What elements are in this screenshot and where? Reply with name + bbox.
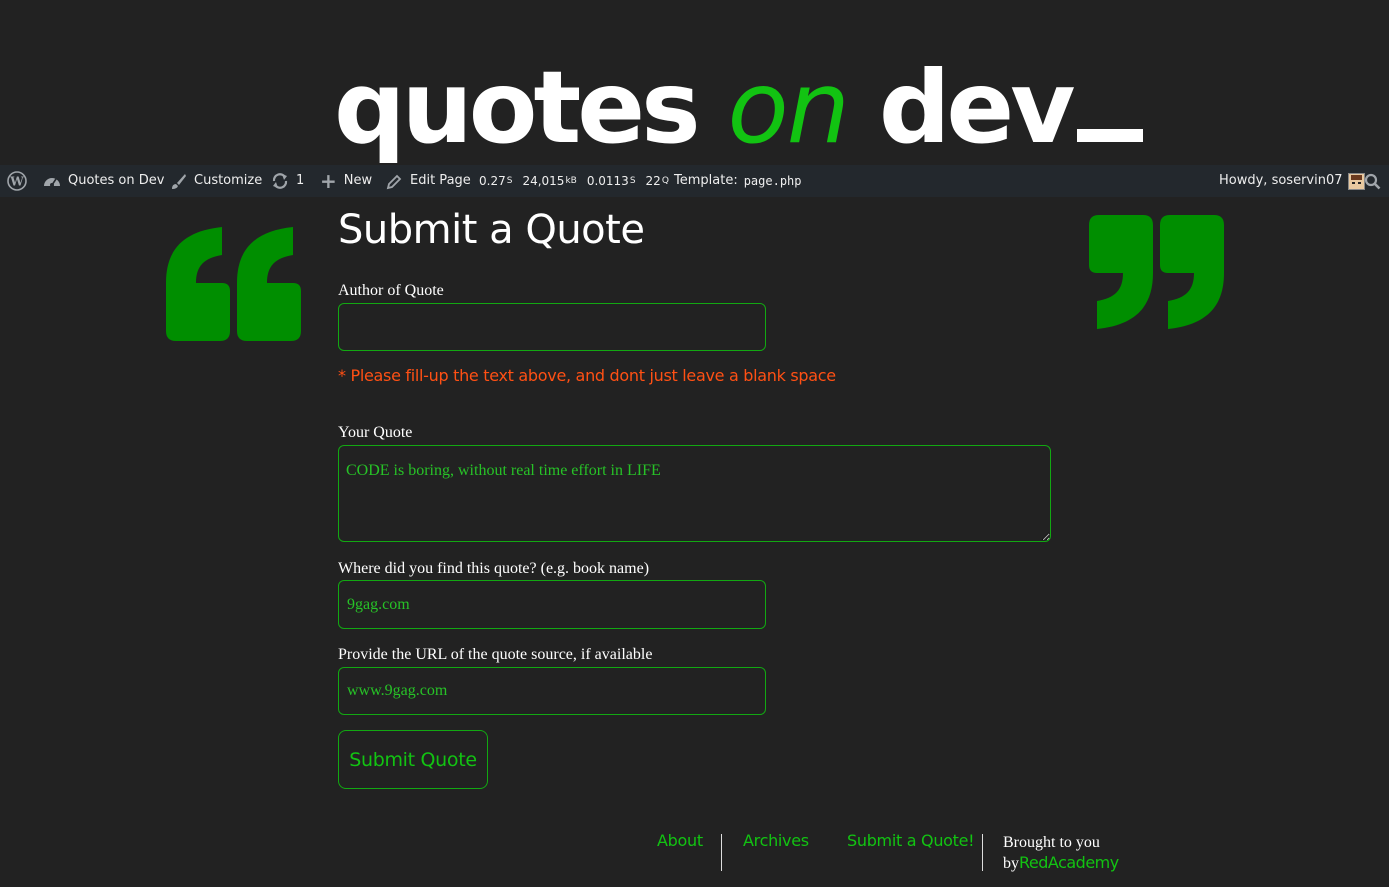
dashboard-icon — [44, 178, 60, 187]
author-error-message: * Please fill-up the text above, and don… — [338, 366, 836, 385]
template-file: page.php — [743, 174, 802, 188]
admin-search[interactable] — [1364, 165, 1381, 197]
quote-label: Your Quote — [338, 424, 413, 441]
new-label: New — [343, 173, 373, 188]
stat-time: 0.27 — [479, 174, 506, 188]
logo-quotes: quotes — [334, 49, 701, 166]
brush-icon — [172, 173, 186, 189]
updates-count: 1 — [296, 173, 305, 188]
site-name-menu[interactable]: Quotes on Dev — [43, 165, 164, 197]
footer-submit-link[interactable]: Submit a Quote! — [847, 831, 975, 850]
stat-queries: 22 — [645, 174, 661, 188]
page-title: Submit a Quote — [338, 207, 645, 253]
credit-line: Brought to you — [1003, 834, 1100, 851]
url-label: Provide the URL of the quote source, if … — [338, 646, 653, 663]
edit-page-link[interactable]: Edit Page — [386, 165, 471, 197]
plus-icon: + — [320, 169, 337, 193]
footer-about-link[interactable]: About — [657, 831, 703, 850]
updates-icon — [272, 173, 288, 189]
site-logo[interactable]: quotes on dev — [334, 48, 1144, 168]
updates-link[interactable]: 1 — [271, 165, 304, 197]
customize-label: Customize — [194, 173, 263, 188]
admin-bar: W Quotes on Dev Customize 1 + New Edit P… — [0, 165, 1389, 197]
source-label: Where did you find this quote? (e.g. boo… — [338, 560, 650, 577]
credit-by: by — [1003, 855, 1019, 872]
logo-on: on — [727, 49, 850, 166]
edit-page-label: Edit Page — [410, 173, 471, 188]
wordpress-menu[interactable]: W — [7, 165, 27, 197]
footer-divider — [721, 834, 722, 871]
source-input[interactable] — [338, 580, 766, 629]
howdy-text: Howdy, soservin07 — [1219, 173, 1343, 188]
logo-dev: dev — [878, 49, 1076, 166]
stat-query-time: 0.0113 — [586, 174, 629, 188]
svg-text:W: W — [9, 175, 24, 189]
author-input[interactable] — [338, 303, 766, 351]
search-icon — [1364, 173, 1381, 189]
footer-credit: Brought to you byRedAcademy — [1003, 833, 1119, 874]
open-quote-icon — [166, 227, 301, 341]
stat-memory: 24,015 — [522, 174, 565, 188]
debug-stats[interactable]: 0.27 S 24,015 kB 0.0113 S 22 Q — [479, 165, 669, 197]
footer-divider — [982, 834, 983, 871]
quote-textarea[interactable]: CODE is boring, without real time effort… — [338, 445, 1051, 542]
account-menu[interactable]: Howdy, soservin07 — [1219, 165, 1365, 197]
site-name: Quotes on Dev — [68, 173, 165, 188]
logo-cursor — [1077, 129, 1144, 142]
author-label: Author of Quote — [338, 282, 444, 299]
template-label: Template: — [674, 173, 738, 188]
wordpress-icon: W — [7, 171, 27, 191]
close-quote-icon — [1089, 215, 1224, 329]
avatar — [1347, 172, 1365, 190]
pencil-icon — [386, 174, 402, 189]
submit-quote-button[interactable]: Submit Quote — [338, 730, 488, 789]
redacademy-link[interactable]: RedAcademy — [1019, 853, 1119, 872]
new-content-link[interactable]: + New — [320, 165, 372, 197]
url-input[interactable] — [338, 667, 766, 715]
customize-link[interactable]: Customize — [170, 165, 262, 197]
footer-archives-link[interactable]: Archives — [743, 831, 809, 850]
template-info[interactable]: Template: page.php — [674, 165, 802, 197]
